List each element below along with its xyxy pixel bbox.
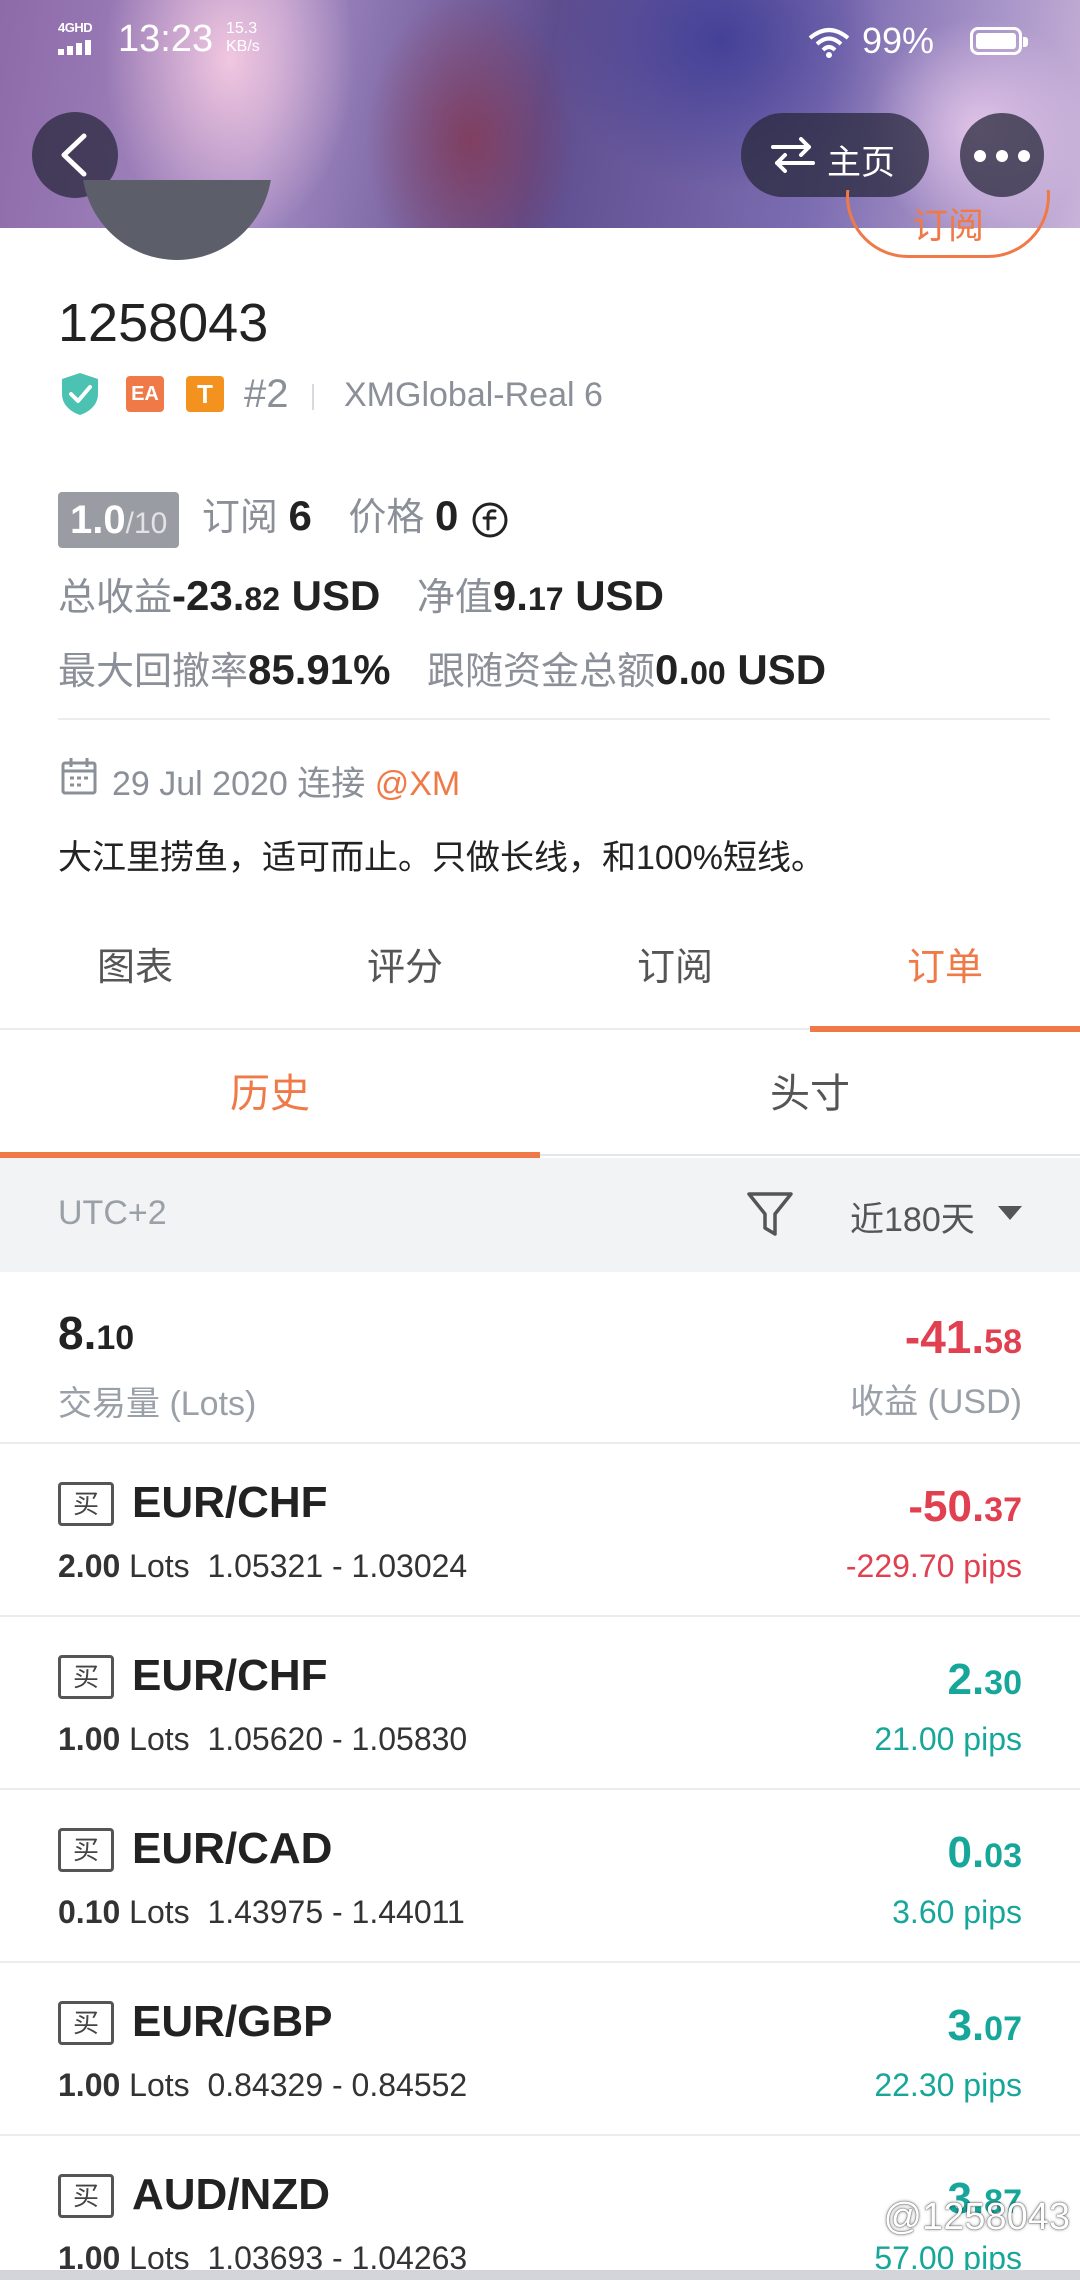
order-pips: -229.70 pips	[845, 1548, 1022, 1584]
order-detail: 1.00 Lots 1.05620 - 1.05830	[58, 1721, 468, 1757]
home-label: 主页	[827, 144, 895, 182]
total-volume: 8.10	[58, 1307, 135, 1359]
order-row[interactable]: 买 EUR/CHF 2.00 Lots 1.05321 - 1.03024 -5…	[0, 1444, 1080, 1617]
tab-subscription[interactable]: 订阅	[540, 926, 810, 1030]
account-id: 1258043	[58, 293, 269, 353]
order-detail: 1.00 Lots 0.84329 - 0.84552	[58, 2067, 468, 2103]
badge-row: EA T #2 XMGlobal-Real 6	[60, 370, 960, 420]
server-name: XMGlobal-Real 6	[344, 376, 603, 414]
filter-funnel-icon[interactable]	[746, 1190, 794, 1240]
tab-orders[interactable]: 订单	[810, 926, 1080, 1032]
follow-funds: 0.00 USD	[655, 646, 827, 693]
order-detail: 0.10 Lots 1.43975 - 1.44011	[58, 1894, 465, 1930]
side-badge: 买	[58, 1655, 114, 1699]
chevron-left-icon	[61, 133, 87, 177]
rank: #2	[244, 372, 289, 416]
divider	[58, 718, 1050, 720]
rating-badge: 1.0/10	[58, 491, 180, 548]
order-profit: 2.30	[947, 1655, 1022, 1704]
order-profit: 0.03	[947, 1828, 1022, 1877]
avatar	[82, 180, 272, 260]
home-button[interactable]: 主页	[741, 113, 929, 197]
signal-icon: 4GHD	[58, 20, 106, 56]
status-bar: 4GHD 13:23 15.3 KB/s 99%	[0, 0, 1080, 84]
timezone: UTC+2	[58, 1194, 167, 1232]
swap-arrows-icon	[771, 137, 815, 173]
side-badge: 买	[58, 1828, 114, 1872]
date-range-dropdown[interactable]: 近180天	[850, 1192, 975, 1241]
battery-percent: 99%	[862, 20, 935, 61]
status-time: 13:23	[118, 18, 214, 60]
sub-tabs: 历史 头寸	[0, 1032, 1080, 1158]
home-indicator	[0, 2270, 1080, 2280]
wifi-icon	[808, 28, 850, 58]
profit-label: 收益 (USD)	[850, 1383, 1022, 1421]
side-badge: 买	[58, 2001, 114, 2045]
caret-down-icon[interactable]	[998, 1206, 1022, 1220]
order-list: 买 EUR/CHF 2.00 Lots 1.05321 - 1.03024 -5…	[0, 1444, 1080, 2280]
network-speed: 15.3 KB/s	[226, 20, 260, 55]
max-drawdown: 85.91%	[248, 646, 391, 693]
total-profit-usd: -41.58	[904, 1311, 1022, 1363]
volume-label: 交易量 (Lots)	[58, 1385, 257, 1423]
order-symbol: EUR/CHF	[132, 1651, 328, 1700]
divider	[312, 384, 314, 410]
order-symbol: EUR/CAD	[132, 1824, 333, 1873]
join-date: 29 Jul 2020	[112, 765, 288, 803]
side-badge: 买	[58, 1482, 114, 1526]
price-value: 0	[434, 492, 459, 539]
watermark: @1258043	[883, 2196, 1070, 2238]
order-row[interactable]: 买 EUR/CAD 0.10 Lots 1.43975 - 1.44011 0.…	[0, 1790, 1080, 1963]
tab-positions[interactable]: 头寸	[540, 1032, 1080, 1156]
broker-link[interactable]: @XM	[375, 765, 461, 803]
order-profit: 3.07	[947, 2001, 1022, 2050]
battery-icon	[970, 27, 1028, 55]
tab-rating[interactable]: 评分	[270, 926, 540, 1030]
tab-history[interactable]: 历史	[0, 1032, 540, 1158]
tab-chart[interactable]: 图表	[0, 926, 270, 1030]
order-detail: 2.00 Lots 1.05321 - 1.03024	[58, 1548, 468, 1584]
order-symbol: EUR/GBP	[132, 1997, 333, 2046]
more-button[interactable]	[960, 113, 1044, 197]
order-symbol: EUR/CHF	[132, 1478, 328, 1527]
order-pips: 21.00 pips	[874, 1721, 1022, 1757]
bio: 大江里捞鱼，适可而止。只做长线，和100%短线。	[58, 839, 825, 877]
total-profit: -23.82 USD	[172, 572, 381, 619]
coin-icon	[472, 502, 508, 538]
main-tabs: 图表 评分 订阅 订单	[0, 926, 1080, 1032]
orders-summary: 8.10 交易量 (Lots) -41.58 收益 (USD)	[0, 1272, 1080, 1444]
profit-row: 总收益-23.82 USD 净值9.17 USD	[58, 572, 664, 619]
rating-row: 1.0/10 订阅 6 价格 0	[58, 486, 509, 548]
ea-badge: EA	[126, 376, 164, 412]
order-symbol: AUD/NZD	[132, 2170, 330, 2219]
subscription-count: 6	[288, 492, 312, 539]
order-pips: 3.60 pips	[892, 1894, 1022, 1930]
order-pips: 22.30 pips	[874, 2067, 1022, 2103]
t-badge: T	[186, 376, 224, 412]
equity: 9.17 USD	[492, 572, 664, 619]
order-row[interactable]: 买 EUR/GBP 1.00 Lots 0.84329 - 0.84552 3.…	[0, 1963, 1080, 2136]
order-row[interactable]: 买 EUR/CHF 1.00 Lots 1.05620 - 1.05830 2.…	[0, 1617, 1080, 1790]
drawdown-row: 最大回撤率85.91% 跟随资金总额0.00 USD	[58, 646, 827, 693]
subscribe-button[interactable]: 订阅	[846, 190, 1052, 260]
calendar-icon	[61, 758, 97, 795]
side-badge: 买	[58, 2174, 114, 2218]
order-profit: -50.37	[908, 1482, 1022, 1531]
verified-shield-icon	[62, 373, 98, 415]
filter-bar: UTC+2 近180天	[0, 1158, 1080, 1272]
